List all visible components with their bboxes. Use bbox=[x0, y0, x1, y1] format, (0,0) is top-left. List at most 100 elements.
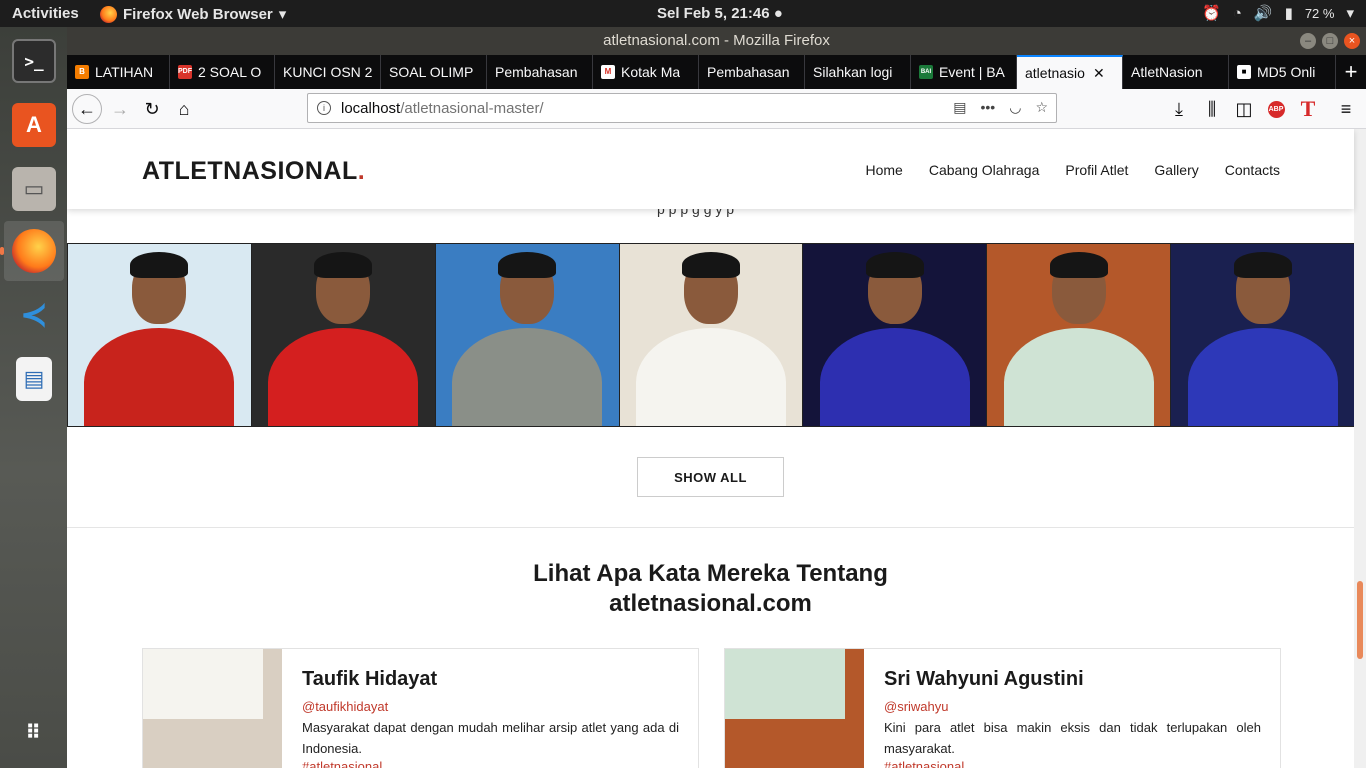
close-tab-icon[interactable]: ✕ bbox=[1093, 65, 1105, 82]
athlete-photo[interactable] bbox=[250, 244, 435, 426]
page-actions-icon[interactable]: ••• bbox=[981, 99, 996, 116]
tab-strip: B LATIHAN PDF 2 SOAL O KUNCI OSN 2 SOAL OL… bbox=[67, 55, 1366, 89]
vscode-launcher[interactable]: ≺ bbox=[4, 285, 64, 345]
bai-favicon-icon: BAI bbox=[919, 65, 933, 79]
translate-button[interactable]: T bbox=[1293, 94, 1323, 124]
terminal-launcher[interactable]: >_ bbox=[4, 31, 64, 91]
athlete-photo[interactable] bbox=[618, 244, 803, 426]
testimonial-hashtag[interactable]: #atletnasional bbox=[302, 759, 382, 768]
library-button[interactable]: ⫼ bbox=[1197, 94, 1227, 124]
window-title-bar[interactable]: atletnasional.com - Mozilla Firefox – □ … bbox=[67, 27, 1366, 55]
reader-view-icon[interactable]: ▤ bbox=[953, 99, 966, 116]
site-logo[interactable]: ATLETNASIONAL. bbox=[142, 157, 365, 186]
alarm-clock-icon[interactable]: ⏰ bbox=[1202, 4, 1221, 22]
athlete-hair bbox=[1049, 252, 1108, 278]
nav-cabang-olahraga[interactable]: Cabang Olahraga bbox=[929, 162, 1040, 178]
info-icon[interactable]: i bbox=[317, 101, 331, 115]
sidebar-button[interactable]: ◫ bbox=[1229, 94, 1259, 124]
tab[interactable]: AtletNasion bbox=[1123, 55, 1229, 89]
library-icon: ⫼ bbox=[1207, 98, 1217, 119]
forward-button[interactable]: → bbox=[105, 94, 135, 124]
new-tab-button[interactable]: + bbox=[1336, 55, 1366, 89]
arrow-right-icon: → bbox=[111, 98, 129, 119]
pocket-icon[interactable]: ◡ bbox=[1009, 99, 1021, 116]
tab[interactable]: KUNCI OSN 2 bbox=[275, 55, 381, 89]
activities-button[interactable]: Activities bbox=[12, 5, 79, 22]
nav-gallery[interactable]: Gallery bbox=[1154, 162, 1198, 178]
app-grid-icon: ⠿ bbox=[25, 722, 43, 744]
show-all-button[interactable]: SHOW ALL bbox=[637, 457, 784, 497]
tab[interactable]: M Kotak Ma bbox=[593, 55, 699, 89]
downloads-button[interactable]: ⤓ bbox=[1164, 94, 1194, 124]
page-viewport: ATLETNASIONAL. Home Cabang Olahraga Prof… bbox=[67, 129, 1366, 768]
download-icon: ⤓ bbox=[1175, 98, 1183, 119]
testimonial-handle[interactable]: @sriwahyu bbox=[884, 699, 949, 714]
sidebar-icon: ◫ bbox=[1235, 98, 1253, 119]
chevron-down-icon: ▾ bbox=[278, 6, 287, 23]
url-bar[interactable]: i localhost/atletnasional-master/ ▤ ••• … bbox=[307, 93, 1057, 123]
tab[interactable]: PDF 2 SOAL O bbox=[170, 55, 275, 89]
scrollbar-thumb[interactable] bbox=[1357, 581, 1363, 659]
tab-active[interactable]: atletnasio ✕ bbox=[1017, 55, 1123, 89]
athlete-photo[interactable] bbox=[1170, 244, 1355, 426]
maximize-button[interactable]: □ bbox=[1322, 33, 1338, 49]
testimonial-card: Taufik Hidayat @taufikhidayat Masyarakat… bbox=[142, 648, 699, 768]
nav-contacts[interactable]: Contacts bbox=[1225, 162, 1280, 178]
nav-profil-atlet[interactable]: Profil Atlet bbox=[1065, 162, 1128, 178]
home-button[interactable]: ⌂ bbox=[169, 94, 199, 124]
athlete-hair bbox=[1233, 252, 1292, 278]
athlete-hair bbox=[130, 252, 189, 278]
heading-line-1: Lihat Apa Kata Mereka Tentang bbox=[533, 560, 888, 587]
app-menu[interactable]: Firefox Web Browser ▾ bbox=[100, 5, 286, 23]
back-button[interactable]: ← bbox=[72, 94, 102, 124]
athlete-hair bbox=[498, 252, 557, 278]
arrow-left-icon: ← bbox=[78, 98, 96, 119]
home-icon: ⌂ bbox=[178, 98, 190, 119]
clock-label: Sel Feb 5, 21:46 bbox=[657, 5, 770, 22]
athlete-photo[interactable] bbox=[986, 244, 1171, 426]
reload-button[interactable]: ↻ bbox=[137, 94, 167, 124]
firefox-launcher[interactable] bbox=[4, 221, 64, 281]
software-center-launcher[interactable]: A bbox=[4, 95, 64, 155]
vscode-icon: ≺ bbox=[19, 296, 49, 334]
athlete-photo[interactable] bbox=[802, 244, 987, 426]
system-tray[interactable]: ⏰ ◔ 🔊 ▮ 72 % ▾ bbox=[1202, 4, 1354, 23]
athlete-body bbox=[819, 328, 970, 426]
page-scrollbar[interactable] bbox=[1354, 129, 1366, 768]
nav-home[interactable]: Home bbox=[865, 162, 902, 178]
lock-favicon-icon: ■ bbox=[1237, 65, 1251, 79]
tab[interactable]: B LATIHAN bbox=[67, 55, 170, 89]
wifi-icon[interactable]: ◔ bbox=[1233, 5, 1242, 22]
minimize-button[interactable]: – bbox=[1300, 33, 1316, 49]
close-button[interactable]: × bbox=[1344, 33, 1360, 49]
terminal-icon: >_ bbox=[12, 39, 56, 83]
clock[interactable]: Sel Feb 5, 21:46 ● bbox=[657, 5, 783, 22]
tab[interactable]: Pembahasan bbox=[699, 55, 805, 89]
volume-icon[interactable]: 🔊 bbox=[1254, 4, 1273, 22]
tab[interactable]: SOAL OLIMP bbox=[381, 55, 487, 89]
battery-icon[interactable]: ▮ bbox=[1285, 4, 1293, 22]
tab[interactable]: BAI Event | BA bbox=[911, 55, 1017, 89]
testimonial-handle[interactable]: @taufikhidayat bbox=[302, 699, 388, 714]
url-path: /atletnasional-master/ bbox=[400, 99, 544, 117]
tab[interactable]: Silahkan logi bbox=[805, 55, 911, 89]
files-launcher[interactable]: ▭ bbox=[4, 159, 64, 219]
athlete-body bbox=[1003, 328, 1154, 426]
testimonial-hashtag[interactable]: #atletnasional bbox=[884, 759, 964, 768]
app-menu-label: Firefox Web Browser bbox=[123, 5, 273, 23]
tab[interactable]: ■ MD5 Onli bbox=[1229, 55, 1336, 89]
menu-button[interactable]: ≡ bbox=[1331, 94, 1361, 124]
chevron-down-icon[interactable]: ▾ bbox=[1346, 4, 1354, 22]
tab[interactable]: Pembahasan bbox=[487, 55, 593, 89]
athlete-head bbox=[725, 719, 765, 768]
bookmark-star-icon[interactable]: ☆ bbox=[1035, 99, 1048, 116]
athlete-body bbox=[143, 649, 263, 719]
athlete-photo[interactable] bbox=[67, 244, 251, 426]
athlete-body bbox=[268, 328, 419, 426]
document-viewer-launcher[interactable]: ▤ bbox=[4, 349, 64, 409]
athlete-body bbox=[636, 328, 786, 426]
show-apps-button[interactable]: ⠿ bbox=[4, 703, 64, 763]
adblock-button[interactable]: ABP bbox=[1261, 94, 1291, 124]
testimonial-name: Taufik Hidayat bbox=[302, 668, 438, 690]
athlete-photo[interactable] bbox=[434, 244, 619, 426]
